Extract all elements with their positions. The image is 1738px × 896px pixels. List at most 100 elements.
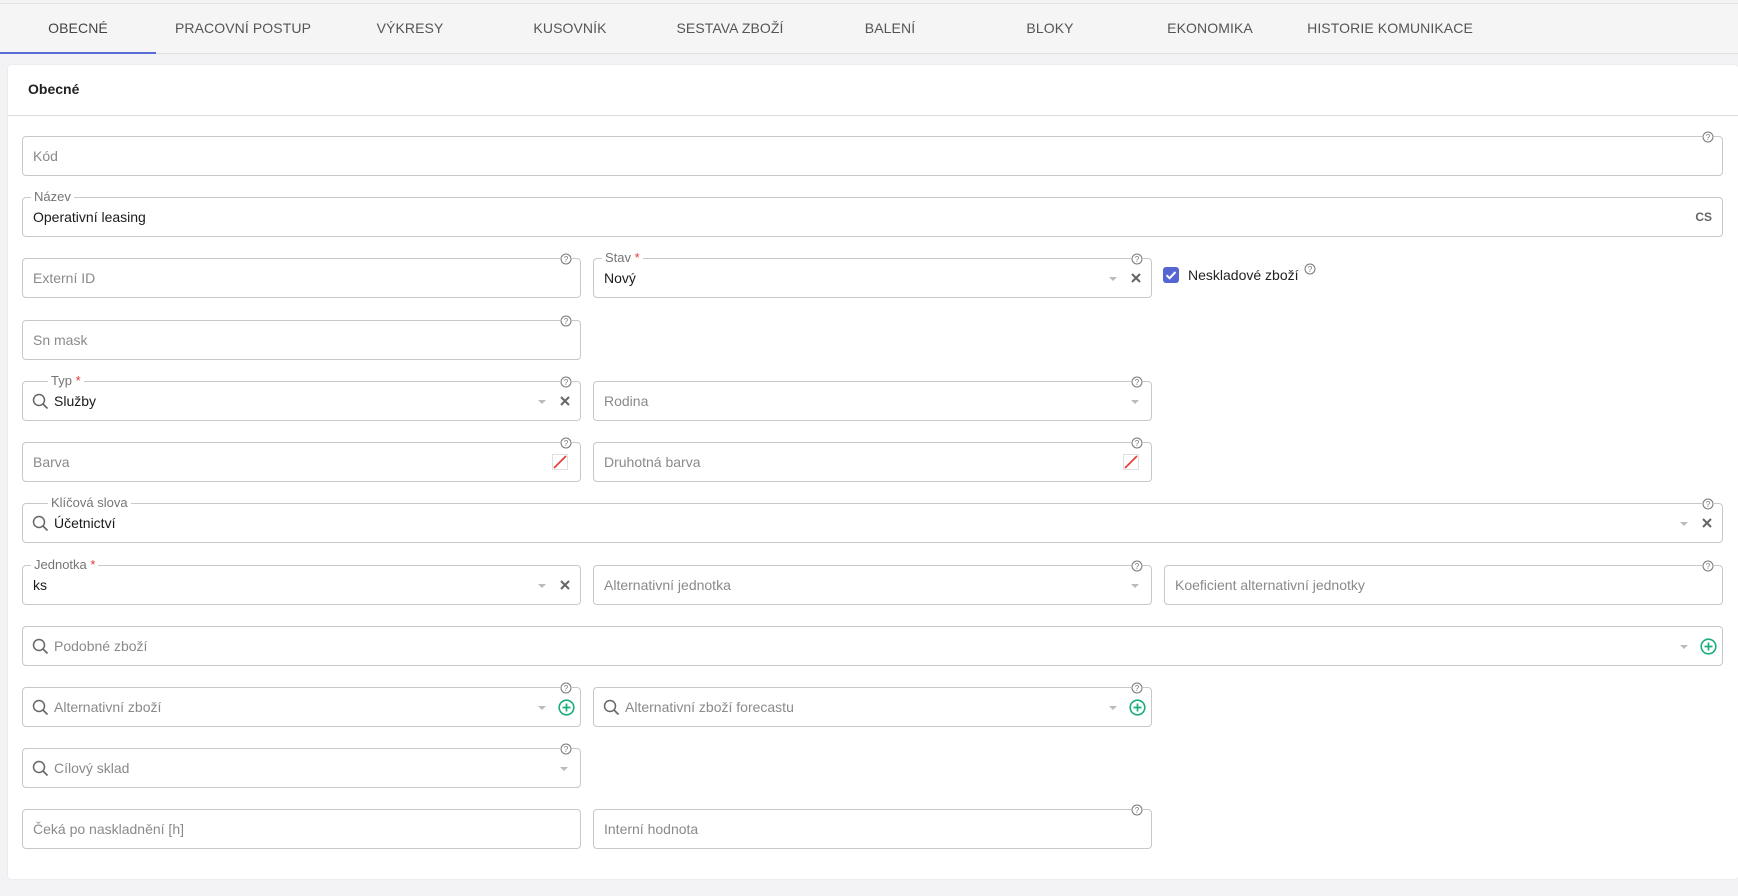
svg-text:?: ? xyxy=(1135,255,1140,264)
externi-id-field[interactable]: Externí ID ? xyxy=(22,253,581,298)
tab-bar: OBECNÉ PRACOVNÍ POSTUP VÝKRESY KUSOVNÍK … xyxy=(0,3,1738,54)
druhotna-barva-field[interactable]: Druhotná barva ? xyxy=(593,437,1152,482)
svg-text:?: ? xyxy=(1706,562,1711,571)
sn-mask-field[interactable]: Sn mask ? xyxy=(22,315,581,360)
alternativni-zbozi-forecastu-placeholder: Alternativní zboží forecastu xyxy=(625,699,794,715)
chevron-down-icon[interactable] xyxy=(1127,393,1143,409)
help-icon[interactable]: ? xyxy=(1304,262,1316,280)
jednotka-select[interactable]: Jednotka * ks xyxy=(22,557,581,605)
add-circle-icon[interactable] xyxy=(1700,638,1717,655)
section-title: Obecné xyxy=(28,81,80,97)
koeficient-field[interactable]: Koeficient alternativní jednotky ? xyxy=(1164,560,1723,605)
svg-text:?: ? xyxy=(1308,265,1313,274)
section-header: Obecné xyxy=(8,65,1738,116)
cilovy-sklad-select[interactable]: Cílový sklad ? xyxy=(22,743,581,788)
help-icon[interactable]: ? xyxy=(560,682,572,694)
klicova-slova-select[interactable]: Klíčová slova Účetnictví ? xyxy=(22,495,1723,543)
alternativni-jednotka-select[interactable]: Alternativní jednotka ? xyxy=(593,560,1152,605)
help-icon[interactable]: ? xyxy=(1131,376,1143,388)
tab-baleni[interactable]: BALENÍ xyxy=(810,4,970,53)
tab-kusovnik[interactable]: KUSOVNÍK xyxy=(490,4,650,53)
search-icon xyxy=(32,760,49,777)
tab-historie-komunikace[interactable]: HISTORIE KOMUNIKACE xyxy=(1290,4,1490,53)
svg-text:?: ? xyxy=(564,317,569,326)
search-icon xyxy=(32,393,49,410)
help-icon[interactable]: ? xyxy=(1702,131,1714,143)
clear-icon[interactable] xyxy=(557,577,573,593)
help-icon[interactable]: ? xyxy=(560,743,572,755)
search-icon xyxy=(32,515,49,532)
svg-text:?: ? xyxy=(1135,562,1140,571)
svg-text:?: ? xyxy=(564,378,569,387)
typ-value: Služby xyxy=(54,393,97,409)
alternativni-zbozi-placeholder: Alternativní zboží xyxy=(54,699,162,715)
alternativni-jednotka-placeholder: Alternativní jednotka xyxy=(604,577,731,593)
chevron-down-icon[interactable] xyxy=(1105,270,1121,286)
search-icon xyxy=(603,699,620,716)
help-icon[interactable]: ? xyxy=(1131,437,1143,449)
chevron-down-icon[interactable] xyxy=(1105,699,1121,715)
chevron-down-icon[interactable] xyxy=(1676,515,1692,531)
language-code[interactable]: CS xyxy=(1695,198,1712,236)
help-icon[interactable]: ? xyxy=(1702,498,1714,510)
barva-placeholder: Barva xyxy=(33,454,70,470)
interni-hodnota-placeholder: Interní hodnota xyxy=(604,821,699,837)
svg-text:?: ? xyxy=(1706,500,1711,509)
chevron-down-icon[interactable] xyxy=(534,699,550,715)
help-icon[interactable]: ? xyxy=(1131,560,1143,572)
chevron-down-icon[interactable] xyxy=(1127,577,1143,593)
clear-icon[interactable] xyxy=(1128,270,1144,286)
chevron-down-icon[interactable] xyxy=(556,760,572,776)
ceka-po-naskladneni-field[interactable]: Čeká po naskladnění [h] xyxy=(22,809,581,849)
svg-text:?: ? xyxy=(564,745,569,754)
svg-text:?: ? xyxy=(1706,133,1711,142)
search-icon xyxy=(32,638,49,655)
add-circle-icon[interactable] xyxy=(1129,699,1146,716)
podobne-zbozi-placeholder: Podobné zboží xyxy=(54,638,148,654)
chevron-down-icon[interactable] xyxy=(1676,638,1692,654)
chevron-down-icon[interactable] xyxy=(534,577,550,593)
help-icon[interactable]: ? xyxy=(560,437,572,449)
chevron-down-icon[interactable] xyxy=(534,393,550,409)
tab-obecne[interactable]: OBECNÉ xyxy=(0,4,156,54)
barva-field[interactable]: Barva ? xyxy=(22,437,581,482)
neskladove-zbozi-label: Neskladové zboží xyxy=(1188,267,1299,283)
alternativni-zbozi-select[interactable]: Alternativní zboží ? xyxy=(22,682,581,727)
no-color-swatch-icon[interactable] xyxy=(552,454,568,470)
svg-text:?: ? xyxy=(1135,378,1140,387)
klicova-slova-value: Účetnictví xyxy=(54,515,116,531)
tab-vykresy[interactable]: VÝKRESY xyxy=(330,4,490,53)
interni-hodnota-field[interactable]: Interní hodnota ? xyxy=(593,804,1152,849)
clear-icon[interactable] xyxy=(1699,515,1715,531)
svg-text:?: ? xyxy=(1135,806,1140,815)
druhotna-barva-placeholder: Druhotná barva xyxy=(604,454,701,470)
rodina-select[interactable]: Rodina ? xyxy=(593,376,1152,421)
help-icon[interactable]: ? xyxy=(1702,560,1714,572)
tab-pracovni-postup[interactable]: PRACOVNÍ POSTUP xyxy=(156,4,330,53)
checkbox-checked-icon[interactable] xyxy=(1163,267,1179,283)
help-icon[interactable]: ? xyxy=(560,376,572,388)
search-icon xyxy=(32,699,49,716)
clear-icon[interactable] xyxy=(557,393,573,409)
add-circle-icon[interactable] xyxy=(558,699,575,716)
tab-sestava-zbozi[interactable]: SESTAVA ZBOŽÍ xyxy=(650,4,810,53)
typ-select[interactable]: Typ * Služby ? xyxy=(22,373,581,421)
podobne-zbozi-select[interactable]: Podobné zboží xyxy=(22,626,1723,666)
help-icon[interactable]: ? xyxy=(560,253,572,265)
no-color-swatch-icon[interactable] xyxy=(1123,454,1139,470)
kod-field[interactable]: Kód ? xyxy=(22,131,1723,176)
svg-text:?: ? xyxy=(564,439,569,448)
stav-select[interactable]: Stav * Nový ? xyxy=(593,250,1152,298)
kod-placeholder: Kód xyxy=(33,148,58,164)
tab-ekonomika[interactable]: EKONOMIKA xyxy=(1130,4,1290,53)
tab-bloky[interactable]: BLOKY xyxy=(970,4,1130,53)
koeficient-placeholder: Koeficient alternativní jednotky xyxy=(1175,577,1365,593)
help-icon[interactable]: ? xyxy=(1131,253,1143,265)
rodina-placeholder: Rodina xyxy=(604,393,649,409)
help-icon[interactable]: ? xyxy=(1131,682,1143,694)
help-icon[interactable]: ? xyxy=(560,315,572,327)
cilovy-sklad-placeholder: Cílový sklad xyxy=(54,760,130,776)
nazev-field[interactable]: Název Operativní leasing CS xyxy=(22,189,1723,237)
alternativni-zbozi-forecastu-select[interactable]: Alternativní zboží forecastu ? xyxy=(593,682,1152,727)
help-icon[interactable]: ? xyxy=(1131,804,1143,816)
